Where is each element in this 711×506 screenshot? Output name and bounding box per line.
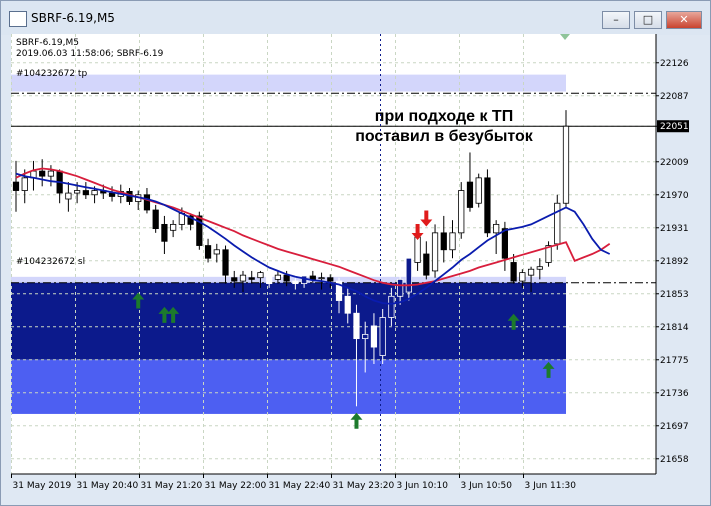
candle-body (65, 192, 72, 200)
x-tick-label: 31 May 21:20 (141, 481, 203, 491)
zone-light (11, 74, 566, 92)
price-chart[interactable]: 22126 22087 22051 22009 21970 21931 21892 21853… (0, 0, 711, 506)
candle-body (510, 262, 517, 282)
y-tick-label: 22009 (660, 158, 689, 168)
candle-body (204, 245, 212, 259)
candle-body (484, 177, 491, 234)
candle-body (248, 277, 255, 280)
sl-label: #104232672 sl (16, 257, 85, 267)
candle-body (108, 192, 116, 197)
x-tick-label: 31 May 20:40 (77, 481, 139, 491)
candle-body (362, 333, 369, 340)
candle-body (423, 253, 430, 276)
candle-body (536, 266, 543, 270)
current-price-label: 22051 (660, 122, 689, 132)
candle-body (431, 232, 439, 272)
y-tick-label: 22087 (660, 92, 689, 102)
candle-body (274, 274, 282, 280)
candle-body (379, 317, 386, 356)
candle-body (388, 295, 395, 318)
y-tick-label: 21892 (660, 257, 689, 267)
y-tick-label: 21814 (660, 323, 689, 333)
candle-body (466, 181, 474, 208)
candle-body (257, 272, 264, 279)
x-tick-label: 31 May 22:40 (269, 481, 331, 491)
candle-body (414, 236, 421, 263)
zone-mid (11, 359, 566, 414)
candle-body (449, 232, 456, 251)
candle-body (170, 223, 177, 231)
candle-body (21, 177, 28, 191)
candle-body (344, 295, 351, 314)
candle-body (283, 274, 290, 282)
x-tick-label: 3 Jun 11:30 (525, 481, 577, 491)
candle-body (222, 249, 229, 276)
candle-body (318, 277, 325, 280)
candle-body (327, 277, 334, 282)
annotation-line-2: поставил в безубыток (355, 128, 534, 145)
candle-body (353, 312, 360, 340)
y-tick-label: 21970 (660, 191, 689, 201)
candle-body (39, 170, 46, 177)
x-tick-label: 31 May 22:00 (205, 481, 267, 491)
candle-body (82, 190, 89, 196)
x-tick-label: 3 Jun 10:50 (461, 481, 513, 491)
zone-dark (11, 282, 566, 360)
x-tick-label: 31 May 2019 (13, 481, 72, 491)
tp-label: #104232672 tp (16, 69, 87, 79)
candle-body (91, 190, 98, 196)
x-tick-label: 3 Jun 10:10 (397, 481, 449, 491)
candle-body (562, 125, 570, 204)
candle-body (12, 181, 20, 191)
y-tick-label: 21736 (660, 389, 689, 399)
y-tick-label: 22126 (660, 59, 689, 69)
annotation-line-1: при подходе к ТП (375, 108, 513, 125)
candle-body (292, 280, 299, 285)
y-tick-label: 21697 (660, 422, 689, 432)
candle-body (458, 190, 465, 234)
candle-body (405, 257, 412, 293)
candle-body (493, 223, 500, 234)
candle-body (152, 209, 159, 230)
candle-body (239, 274, 247, 282)
candle-body (300, 275, 308, 285)
candle-body (440, 232, 447, 251)
candle-body (161, 223, 168, 242)
candle-body (501, 228, 508, 259)
y-axis: 22126 22087 22051 22009 21970 21931 21892 21853… (655, 34, 689, 474)
candle-body (266, 272, 273, 285)
candle-body (475, 177, 482, 204)
candle-body (231, 277, 238, 282)
candle-body (527, 268, 535, 276)
x-tick-label: 31 May 23:20 (333, 481, 395, 491)
candle-body (309, 275, 316, 280)
candle-body (397, 278, 404, 297)
candle-body (370, 325, 378, 348)
y-tick-label: 21658 (660, 455, 689, 465)
candle-body (554, 202, 561, 245)
candle-body (143, 194, 151, 211)
header-symbol: SBRF-6.19,M5 (16, 38, 79, 48)
candle-body (47, 170, 55, 177)
candle-body (213, 249, 220, 255)
y-tick-label: 21931 (660, 224, 689, 234)
y-tick-label: 21775 (660, 356, 689, 366)
x-axis: 31 May 2019 31 May 20:40 31 May 21:20 31 Ma… (11, 473, 656, 491)
y-tick-label: 21853 (660, 290, 689, 300)
header-timestamp: 2019.06.03 11:58:06; SBRF-6.19 (16, 49, 164, 59)
candle-body (74, 190, 81, 194)
candle-body (519, 272, 526, 282)
